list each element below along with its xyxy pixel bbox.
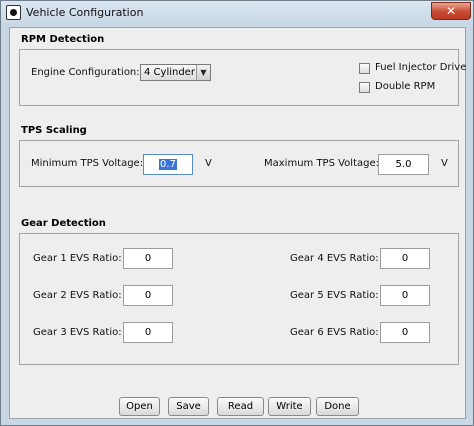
gear-6-input[interactable]: 0 — [380, 322, 430, 343]
chevron-down-icon: ▼ — [196, 65, 210, 80]
max-tps-label: Maximum TPS Voltage: — [264, 158, 379, 169]
vehicle-configuration-window: Vehicle Configuration ✕ RPM Detection En… — [0, 0, 474, 426]
gear-4-label: Gear 4 EVS Ratio: — [290, 253, 379, 264]
max-tps-input[interactable]: 5.0 — [378, 154, 429, 175]
min-tps-input[interactable]: 0.7 — [143, 154, 193, 175]
gear-1-input[interactable]: 0 — [123, 248, 173, 269]
tps-group-box: Minimum TPS Voltage: 0.7 V Maximum TPS V… — [19, 140, 459, 187]
gear-3-input[interactable]: 0 — [123, 322, 173, 343]
fuel-injector-checkbox[interactable] — [359, 63, 370, 74]
close-button[interactable]: ✕ — [431, 2, 471, 20]
gear-5-input[interactable]: 0 — [380, 285, 430, 306]
engine-config-dropdown[interactable]: 4 Cylinder ▼ — [140, 64, 211, 81]
engine-config-value: 4 Cylinder — [144, 67, 195, 78]
gear-section-title: Gear Detection — [21, 218, 106, 229]
title-bar[interactable]: Vehicle Configuration ✕ — [1, 1, 473, 25]
write-button[interactable]: Write — [268, 397, 311, 416]
gear-5-label: Gear 5 EVS Ratio: — [290, 290, 379, 301]
gear-2-label: Gear 2 EVS Ratio: — [33, 290, 122, 301]
gear-4-input[interactable]: 0 — [380, 248, 430, 269]
open-button[interactable]: Open — [119, 397, 160, 416]
app-icon — [6, 5, 21, 20]
client-area: RPM Detection Engine Configuration: 4 Cy… — [9, 27, 466, 419]
gear-3-label: Gear 3 EVS Ratio: — [33, 327, 122, 338]
double-rpm-checkbox[interactable] — [359, 82, 370, 93]
gear-group-box: Gear 1 EVS Ratio: 0 Gear 2 EVS Ratio: 0 … — [19, 233, 459, 365]
save-button[interactable]: Save — [168, 397, 209, 416]
fuel-injector-label: Fuel Injector Drive — [375, 62, 467, 73]
window-title: Vehicle Configuration — [26, 6, 144, 19]
engine-config-label: Engine Configuration: — [31, 67, 140, 78]
rpm-group-box: Engine Configuration: 4 Cylinder ▼ Fuel … — [19, 49, 466, 106]
min-tps-value: 0.7 — [159, 159, 177, 170]
tps-section-title: TPS Scaling — [21, 125, 87, 136]
gear-2-input[interactable]: 0 — [123, 285, 173, 306]
max-tps-unit: V — [441, 158, 448, 169]
read-button[interactable]: Read — [217, 397, 264, 416]
done-button[interactable]: Done — [316, 397, 359, 416]
min-tps-label: Minimum TPS Voltage: — [31, 158, 144, 169]
rpm-section-title: RPM Detection — [21, 34, 105, 45]
gear-6-label: Gear 6 EVS Ratio: — [290, 327, 379, 338]
double-rpm-label: Double RPM — [375, 81, 436, 92]
gear-1-label: Gear 1 EVS Ratio: — [33, 253, 122, 264]
min-tps-unit: V — [205, 158, 212, 169]
